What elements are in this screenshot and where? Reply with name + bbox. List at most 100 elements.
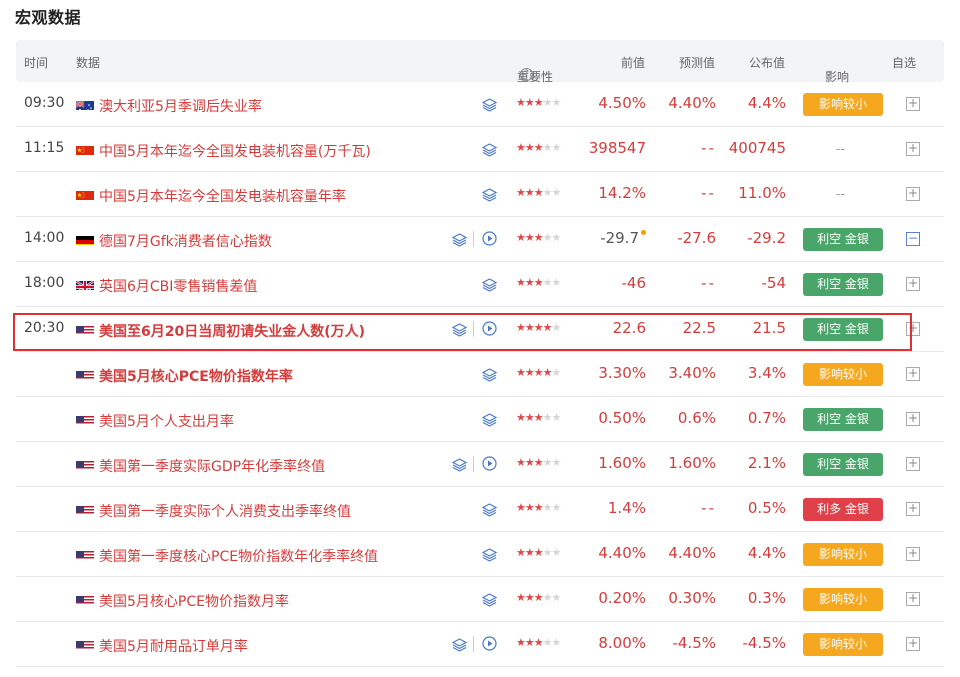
effect-badge: 影响较小 [803,633,883,656]
add-watchlist-button[interactable]: + [906,637,920,651]
row-time: 14:00 [24,230,65,246]
layers-icon[interactable] [481,97,498,112]
actual-value: 0.5% [747,499,786,517]
layers-icon[interactable] [451,322,468,337]
layers-icon[interactable] [481,547,498,562]
forecast-value: -- [701,499,716,517]
table-row[interactable]: 中国5月本年迄今全国发电装机容量年率 ★★★★★ 14.2% -- 11.0% -- + [16,172,944,217]
play-video-icon[interactable] [482,321,497,336]
forecast-value: 22.5 [682,319,716,337]
table-row[interactable]: 美国5月核心PCE物价指数年率 ★★★★★ 3.30% 3.40% 3.4% 影响较小 + [16,352,944,397]
play-video-icon[interactable] [482,456,497,471]
flag-icon [76,323,94,335]
table-row[interactable]: 美国第一季度实际GDP年化季率终值 ★★★★★ 1.60% 1.60% 2.1% 利空 金… [16,442,944,487]
table-row[interactable]: 14:00 德国7月Gfk消费者信心指数 ★★★★★ -29.7 -27.6 -29.2 利… [16,217,944,262]
previous-value: 0.20% [598,589,646,607]
previous-value: 0.50% [598,409,646,427]
forecast-value: 3.40% [668,364,716,382]
add-watchlist-button[interactable]: + [906,592,920,606]
importance-stars: ★★★★★ [516,411,561,424]
table-row[interactable]: 美国5月耐用品订单月率 ★★★★★ 8.00% -4.5% -4.5% 影响较小 + [16,622,944,667]
indicator-name-link[interactable]: 美国第一季度核心PCE物价指数年化季率终值 [99,546,378,566]
add-watchlist-button[interactable]: + [906,97,920,111]
actual-value: 3.4% [747,364,786,382]
table-row[interactable]: 20:30 美国至6月20日当周初请失业金人数(万人) ★★★★★ 22.6 22.5 2… [16,307,944,352]
table-row[interactable]: 美国第一季度核心PCE物价指数年化季率终值 ★★★★★ 4.40% 4.40% 4.4%… [16,532,944,577]
header-forecast: 预测值 [679,56,716,70]
layers-icon[interactable] [481,412,498,427]
add-watchlist-button[interactable]: + [906,457,920,471]
add-watchlist-button[interactable]: + [906,412,920,426]
flag-icon [76,368,94,380]
play-video-icon[interactable] [482,636,497,651]
sort-caret-icon[interactable]: ▾ [828,68,832,77]
indicator-name-link[interactable]: 英国6月CBI零售销售差值 [99,276,257,296]
previous-value: 14.2% [598,184,646,202]
table-row[interactable]: 11:15 中国5月本年迄今全国发电装机容量(万千瓦) ★★★★★ 398547 -- 4… [16,127,944,172]
table-row[interactable]: 美国第一季度实际个人消费支出季率终值 ★★★★★ 1.4% -- 0.5% 利多 金银 + [16,487,944,532]
previous-value-text: -29.7 [600,229,639,247]
previous-value: 4.40% [598,544,646,562]
layers-icon[interactable] [481,142,498,157]
add-watchlist-button[interactable]: + [906,187,920,201]
importance-stars: ★★★★★ [516,276,561,289]
layers-icon[interactable] [481,277,498,292]
layers-icon[interactable] [481,187,498,202]
flag-icon [76,98,94,110]
effect-badge: 利多 金银 [803,498,883,521]
effect-empty: -- [836,142,845,156]
remove-watchlist-button[interactable]: − [906,232,920,246]
previous-value-text: 14.2% [598,184,646,202]
add-watchlist-button[interactable]: + [906,322,920,336]
previous-value: 4.50% [598,94,646,112]
indicator-name-link[interactable]: 美国5月核心PCE物价指数月率 [99,591,289,611]
add-watchlist-button[interactable]: + [906,142,920,156]
actual-value: 0.3% [747,589,786,607]
layers-icon[interactable] [481,592,498,607]
previous-value: 1.60% [598,454,646,472]
add-watchlist-button[interactable]: + [906,277,920,291]
previous-value-text: 1.60% [598,454,646,472]
flag-icon [76,638,94,650]
previous-value: 1.4% [608,499,646,517]
flag-icon [76,413,94,425]
previous-value-text: -46 [621,274,647,292]
indicator-name-link[interactable]: 美国5月核心PCE物价指数年率 [99,366,293,386]
header-data: 数据 [76,56,101,70]
layers-icon[interactable] [481,367,498,382]
table-row[interactable]: 美国5月个人支出月率 ★★★★★ 0.50% 0.6% 0.7% 利空 金银 + [16,397,944,442]
flag-icon [76,143,94,155]
add-watchlist-button[interactable]: + [906,367,920,381]
add-watchlist-button[interactable]: + [906,502,920,516]
table-row[interactable]: 09:30 澳大利亚5月季调后失业率 ★★★★★ 4.50% 4.40% 4.4% 影响较小… [16,82,944,127]
forecast-value: -- [701,274,716,292]
table-row[interactable]: 18:00 英国6月CBI零售销售差值 ★★★★★ -46 -- -54 利空 金银 + [16,262,944,307]
indicator-name-link[interactable]: 德国7月Gfk消费者信心指数 [99,231,272,251]
indicator-name-link[interactable]: 中国5月本年迄今全国发电装机容量(万千瓦) [99,141,371,161]
importance-stars: ★★★★★ [516,231,561,244]
previous-value-text: 0.50% [598,409,646,427]
indicator-name-link[interactable]: 美国第一季度实际个人消费支出季率终值 [99,501,351,521]
help-icon[interactable]: ? [520,68,533,81]
add-watchlist-button[interactable]: + [906,547,920,561]
layers-icon[interactable] [481,502,498,517]
indicator-name-link[interactable]: 澳大利亚5月季调后失业率 [99,96,262,116]
actual-value: 4.4% [747,94,786,112]
layers-icon[interactable] [451,457,468,472]
divider [473,636,474,652]
importance-stars: ★★★★★ [516,141,561,154]
indicator-name-link[interactable]: 美国至6月20日当周初请失业金人数(万人) [99,321,365,341]
indicator-name-link[interactable]: 美国第一季度实际GDP年化季率终值 [99,456,325,476]
divider [473,321,474,337]
row-time: 11:15 [24,140,65,156]
layers-icon[interactable] [451,232,468,247]
indicator-name-link[interactable]: 中国5月本年迄今全国发电装机容量年率 [99,186,346,206]
indicator-name-link[interactable]: 美国5月耐用品订单月率 [99,636,248,656]
play-video-icon[interactable] [482,231,497,246]
indicator-name-link[interactable]: 美国5月个人支出月率 [99,411,234,431]
forecast-value: -- [701,139,716,157]
table-row[interactable]: 美国5月核心PCE物价指数月率 ★★★★★ 0.20% 0.30% 0.3% 影响较小 + [16,577,944,622]
flag-icon [76,548,94,560]
layers-icon[interactable] [451,637,468,652]
previous-value: -29.7 [600,229,646,247]
